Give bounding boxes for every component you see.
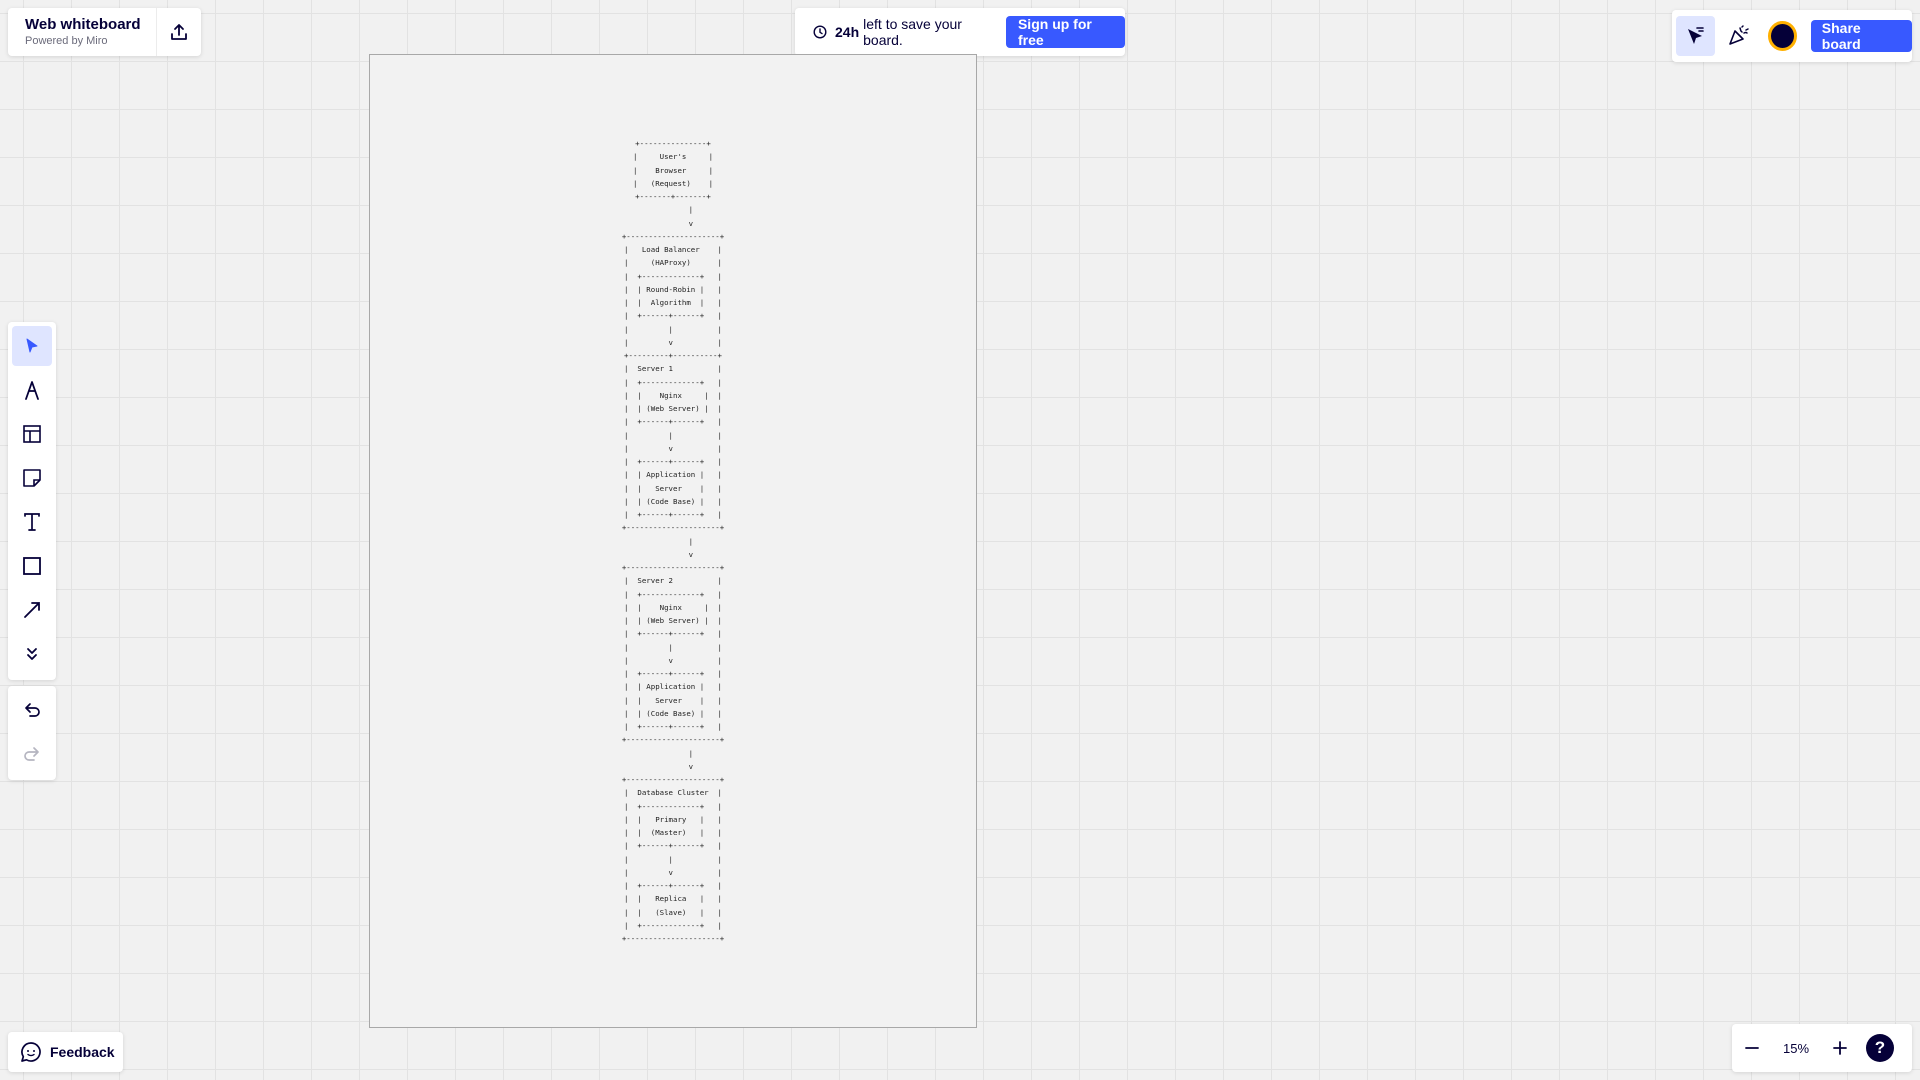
powered-by-label: Powered by Miro [25,35,108,47]
redo-icon[interactable] [12,734,52,774]
sign-up-button[interactable]: Sign up for free [1005,16,1125,48]
share-board-button[interactable]: Share board [1810,20,1912,52]
cursor-flag-icon[interactable] [1676,16,1715,56]
history-toolbar [8,686,56,780]
undo-icon[interactable] [12,690,52,730]
shape-icon[interactable] [12,546,52,586]
feedback-icon [20,1041,42,1063]
top-right-controls: Share board [1672,10,1912,62]
help-button[interactable]: ? [1866,1034,1894,1062]
select-icon[interactable] [12,326,52,366]
board-name[interactable]: Web whiteboard [25,16,156,34]
export-button[interactable] [156,8,201,56]
connector-icon[interactable] [12,590,52,630]
time-left-value: 24h [835,24,860,40]
sticky-note-icon[interactable] [12,458,52,498]
board-title-panel: Web whiteboard Powered by Miro [8,8,201,56]
board-frame[interactable]: +---------------+ | User's | | Browser |… [369,54,977,1028]
save-board-banner: 24h left to save your board. Sign up for… [795,8,1125,56]
templates-icon[interactable] [12,414,52,454]
celebrate-icon[interactable] [1719,16,1758,56]
left-toolbar [8,322,56,680]
clock-icon [813,25,827,39]
text-icon[interactable] [12,502,52,542]
pen-icon[interactable] [12,370,52,410]
title-block: Web whiteboard Powered by Miro [8,16,156,48]
more-icon[interactable] [12,634,52,674]
architecture-diagram-text[interactable]: +---------------+ | User's | | Browser |… [370,137,976,945]
zoom-level[interactable]: 15% [1772,1041,1820,1056]
zoom-controls: 15% ? [1732,1024,1912,1072]
time-left-text: left to save your board. [863,16,962,48]
upload-icon [169,22,189,42]
zoom-out-button[interactable] [1732,1028,1772,1068]
user-avatar[interactable] [1767,21,1797,51]
feedback-button[interactable]: Feedback [8,1032,123,1072]
zoom-in-button[interactable] [1820,1028,1860,1068]
feedback-label: Feedback [50,1044,115,1060]
